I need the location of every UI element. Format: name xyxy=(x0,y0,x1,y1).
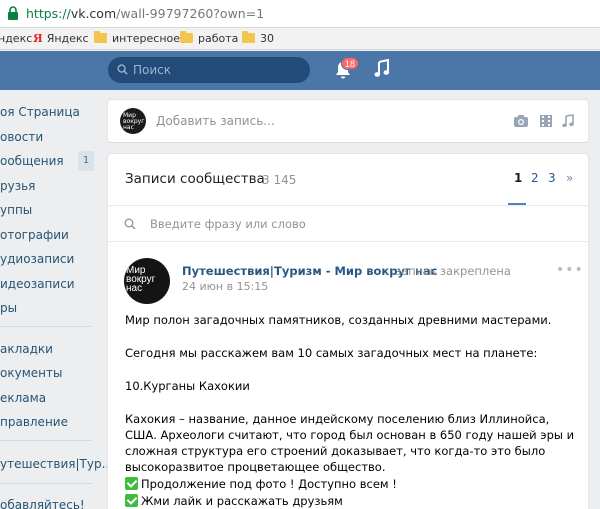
bookmark-label: Яндекс xyxy=(46,32,89,45)
post-line-text: Продолжение под фото ! Доступно всем ! xyxy=(141,477,397,491)
bookmark-label: 30 xyxy=(260,32,274,45)
avatar-text: Мир вокруг нас xyxy=(126,265,156,294)
post-text-p1: Мир полон загадочных памятников, созданн… xyxy=(125,313,552,327)
menu-item-video[interactable]: идеозаписи xyxy=(0,273,100,295)
bookmark-label: ндекс xyxy=(0,32,33,45)
menu-item-documents[interactable]: окументы xyxy=(0,362,100,384)
menu-item-friends[interactable]: рузья xyxy=(0,175,100,197)
page-3-link[interactable]: 3 xyxy=(548,171,556,185)
new-post-input[interactable]: Добавить запись... xyxy=(156,114,275,128)
camera-icon[interactable] xyxy=(513,114,529,128)
menu-item-join[interactable]: обавляйтесь! xyxy=(0,494,100,509)
music-icon[interactable] xyxy=(374,59,390,79)
bookmark-yandex-partial[interactable]: ндекс xyxy=(0,32,32,46)
post-line-text: Жми лайк и расскажать друзьям xyxy=(141,494,343,508)
menu-item-management[interactable]: правление xyxy=(0,411,100,433)
community-wall: Записи сообщества 3 145 1 2 3 » Введите … xyxy=(108,154,588,509)
url-text[interactable]: https://vk.com/wall-99797260?own=1 xyxy=(26,6,264,22)
next-page-link[interactable]: » xyxy=(566,171,573,185)
music-icon[interactable] xyxy=(560,114,576,128)
menu-item-audio[interactable]: удиозаписи xyxy=(0,248,100,270)
address-bar[interactable]: https://vk.com/wall-99797260?own=1 xyxy=(0,0,600,28)
menu-item-ads[interactable]: еклама xyxy=(0,387,100,409)
url-path: /wall-99797260?own=1 xyxy=(116,6,265,21)
folder-icon xyxy=(94,31,107,43)
check-mark-icon xyxy=(125,477,138,490)
bookmark-label: интересное xyxy=(112,32,181,45)
post-text-line1: Продолжение под фото ! Доступно всем ! xyxy=(125,476,577,492)
bookmarks-bar: ндекс Я Яндекс интересное работа 30 xyxy=(0,28,600,50)
wall-header: Записи сообщества 3 145 1 2 3 » xyxy=(108,154,588,206)
community-avatar[interactable]: Мир вокруг нас xyxy=(120,108,146,134)
post-actions-menu[interactable]: ••• xyxy=(556,262,584,278)
post-date[interactable]: 24 июн в 15:15 xyxy=(182,280,268,293)
bookmark-folder-work[interactable]: работа xyxy=(180,31,239,46)
current-page-indicator xyxy=(508,203,526,205)
url-domain: vk.com xyxy=(70,6,117,21)
wall-title: Записи сообщества xyxy=(125,171,265,187)
post-composer: Мир вокруг нас Добавить запись... xyxy=(108,100,588,142)
menu-divider xyxy=(0,440,92,441)
post-text-p4: Кахокия – название, данное индейскому по… xyxy=(125,412,575,474)
post-author-avatar[interactable]: Мир вокруг нас xyxy=(124,258,170,304)
left-menu: оя Страница овости ообщения 1 рузья уппы… xyxy=(0,90,109,509)
menu-item-my-page[interactable]: оя Страница xyxy=(0,101,100,123)
search-input[interactable]: Поиск xyxy=(108,57,310,83)
bookmark-folder-interesting[interactable]: интересное xyxy=(94,31,181,46)
video-icon[interactable] xyxy=(538,114,554,128)
search-icon xyxy=(124,218,136,230)
menu-item-news[interactable]: овости xyxy=(0,126,100,148)
post-text-p3: 10.Курганы Кахокии xyxy=(125,379,250,393)
menu-item-groups[interactable]: уппы xyxy=(0,199,100,221)
page: https://vk.com/wall-99797260?own=1 ндекс… xyxy=(0,0,600,509)
menu-item-games[interactable]: ры xyxy=(0,297,100,319)
search-placeholder: Поиск xyxy=(133,63,172,77)
folder-icon xyxy=(180,31,193,43)
bookmark-folder-30[interactable]: 30 xyxy=(242,31,274,46)
posts-count: 3 145 xyxy=(262,173,297,187)
pinned-label: запись закреплена xyxy=(395,264,511,278)
wall-search-placeholder: Введите фразу или слово xyxy=(150,217,306,231)
bookmark-yandex[interactable]: Я Яндекс xyxy=(33,32,89,46)
menu-item-community[interactable]: утешествия|Тур.. xyxy=(0,453,109,475)
yandex-icon: Я xyxy=(33,32,43,45)
check-mark-icon xyxy=(125,494,138,507)
wall-search[interactable]: Введите фразу или слово xyxy=(108,206,588,242)
messages-count-badge: 1 xyxy=(78,151,94,171)
site-header: Поиск 18 xyxy=(0,51,600,90)
page-2-link[interactable]: 2 xyxy=(531,171,539,185)
post-text-p2: Сегодня мы расскажем вам 10 самых загадо… xyxy=(125,346,538,360)
notifications-badge: 18 xyxy=(341,57,360,70)
avatar-text: Мир вокруг нас xyxy=(123,112,145,131)
search-icon xyxy=(117,64,128,75)
page-1-link[interactable]: 1 xyxy=(514,171,522,185)
menu-divider xyxy=(0,483,92,484)
folder-icon xyxy=(242,31,255,43)
post-text-line2: Жми лайк и расскажать друзьям xyxy=(125,493,577,509)
menu-item-bookmarks[interactable]: акладки xyxy=(0,338,100,360)
menu-divider xyxy=(0,326,92,327)
menu-item-photos[interactable]: отографии xyxy=(0,224,100,246)
lock-icon xyxy=(8,6,18,20)
bookmark-label: работа xyxy=(198,32,239,45)
url-scheme: https:// xyxy=(26,6,71,21)
